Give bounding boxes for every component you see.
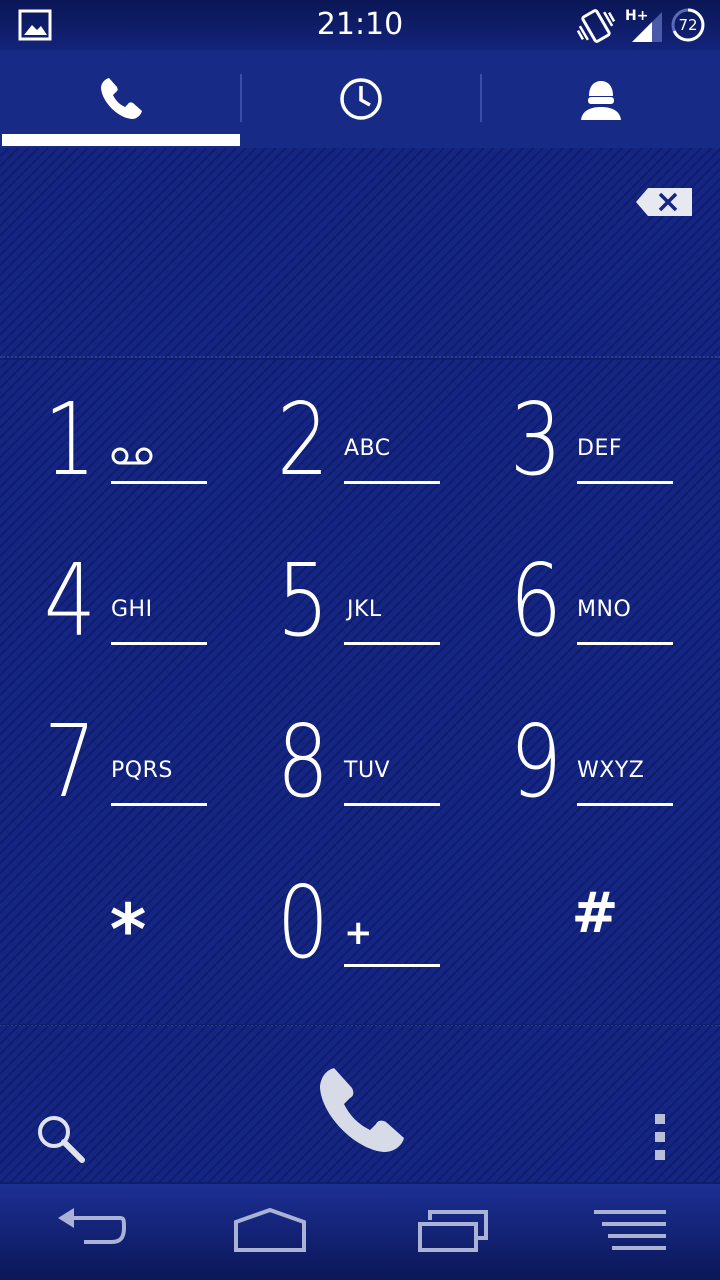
- key-digit: 9: [509, 703, 562, 820]
- key-digit: 4: [43, 542, 96, 659]
- key-digit: 3: [509, 381, 562, 498]
- tab-dialpad[interactable]: [0, 50, 240, 148]
- key-3[interactable]: 3 DEF: [466, 360, 706, 521]
- key-letters: WXYZ: [577, 758, 645, 783]
- key-letters: TUV: [344, 758, 391, 783]
- key-letters: JKL: [347, 597, 382, 622]
- navigation-bar: [0, 1184, 720, 1280]
- tab-bar: [0, 50, 720, 150]
- backspace-icon[interactable]: [634, 186, 694, 218]
- key-underline: [577, 803, 673, 806]
- key-8[interactable]: 8 TUV: [233, 682, 473, 843]
- number-display: [0, 148, 720, 358]
- key-letters: +: [344, 913, 373, 953]
- voicemail-icon: [111, 447, 153, 465]
- home-icon[interactable]: [232, 1206, 308, 1256]
- key-0[interactable]: 0 +: [233, 843, 473, 1004]
- key-underline: [111, 481, 207, 484]
- key-digit: 0: [276, 864, 329, 981]
- key-6[interactable]: 6 MNO: [466, 521, 706, 682]
- key-underline: [344, 642, 440, 645]
- menu-icon[interactable]: [592, 1206, 668, 1256]
- clock-icon: [340, 78, 382, 120]
- key-digit: 7: [43, 703, 96, 820]
- key-digit: #: [571, 881, 619, 946]
- key-underline: [111, 803, 207, 806]
- key-letters: DEF: [577, 436, 622, 461]
- call-button[interactable]: [310, 1062, 410, 1162]
- signal-strength-icon: H+: [625, 8, 662, 42]
- dialpad-keys: 1 2 ABC 3 DEF 4 GHI 5 JKL 6 MNO 7 PQRS 8…: [0, 360, 720, 1024]
- key-underline: [577, 642, 673, 645]
- key-2[interactable]: 2 ABC: [233, 360, 473, 521]
- tab-contacts[interactable]: [480, 50, 720, 148]
- active-tab-indicator: [2, 134, 240, 146]
- key-5[interactable]: 5 JKL: [233, 521, 473, 682]
- back-icon[interactable]: [54, 1206, 126, 1256]
- key-1[interactable]: 1: [0, 360, 240, 521]
- key-letters: ABC: [344, 436, 391, 461]
- tab-call-log[interactable]: [240, 50, 480, 148]
- key-hash[interactable]: #: [475, 843, 715, 1004]
- key-digit: 6: [509, 542, 562, 659]
- key-letters: MNO: [577, 597, 632, 622]
- key-underline: [344, 481, 440, 484]
- key-digit: *: [109, 889, 147, 971]
- key-letters: GHI: [111, 597, 153, 622]
- key-underline: [111, 642, 207, 645]
- search-icon[interactable]: [32, 1110, 88, 1166]
- contact-icon: [581, 81, 621, 120]
- dial-action-bar: [0, 1026, 720, 1182]
- dialer-screen: 21:10 H+ 72 1 2 ABC 3 DEF 4 GHI 5 JKL 6 …: [0, 0, 720, 1280]
- key-underline: [577, 481, 673, 484]
- recent-apps-icon[interactable]: [416, 1206, 490, 1256]
- overflow-menu-icon[interactable]: [648, 1112, 672, 1162]
- key-underline: [344, 803, 440, 806]
- key-7[interactable]: 7 PQRS: [0, 682, 240, 843]
- divider: [0, 356, 720, 358]
- key-star[interactable]: *: [8, 843, 248, 1004]
- network-type-label: H+: [625, 8, 648, 24]
- vibrate-icon: [576, 9, 616, 43]
- key-underline: [344, 964, 440, 967]
- battery-level-text: 72: [678, 16, 698, 34]
- key-4[interactable]: 4 GHI: [0, 521, 240, 682]
- key-digit: 8: [276, 703, 329, 820]
- status-bar: 21:10 H+ 72: [0, 0, 720, 50]
- key-digit: 2: [276, 381, 329, 498]
- key-digit: 5: [276, 542, 329, 659]
- key-digit: 1: [43, 381, 96, 498]
- key-9[interactable]: 9 WXYZ: [466, 682, 706, 843]
- key-letters: PQRS: [111, 758, 173, 783]
- phone-icon: [101, 78, 142, 119]
